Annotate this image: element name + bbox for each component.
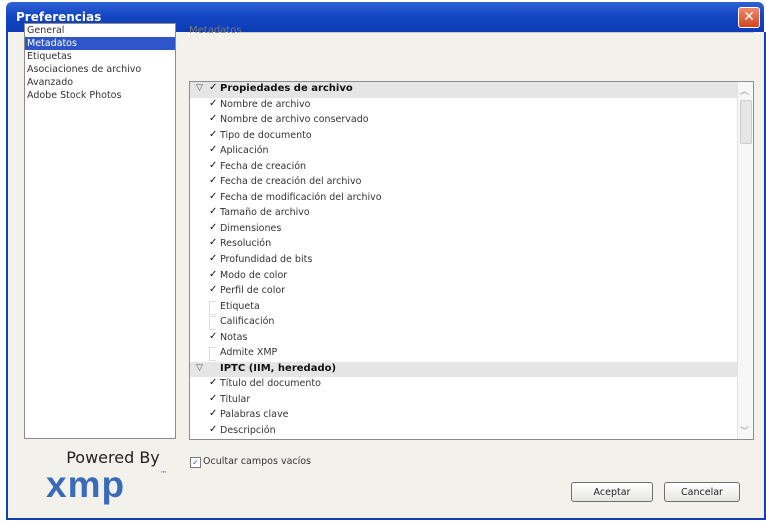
metadata-row[interactable]: ✓ Resolución <box>190 237 753 253</box>
metadata-row-label: Perfil de color <box>220 285 286 297</box>
checkmark-icon[interactable]: ✓ <box>209 113 217 124</box>
metadata-row-label: Calificación <box>220 316 275 328</box>
unchecked-box[interactable] <box>209 316 216 331</box>
metadata-row-label: Descripción <box>220 425 276 437</box>
category-list[interactable]: General Metadatos Etiquetas Asociaciones de… <box>24 23 176 439</box>
metadata-row[interactable]: ✓ Profundidad de bits <box>190 253 753 269</box>
sidebar-item-5[interactable]: Adobe Stock Photos <box>25 89 175 102</box>
xmp-trademark: ™ <box>160 470 167 478</box>
metadata-row-label: Titular <box>220 393 251 405</box>
scrollbar[interactable]: ︿ ﹀ <box>737 82 753 439</box>
metadata-row[interactable]: Admite XMP <box>190 346 753 362</box>
checkmark-icon[interactable]: ✓ <box>209 160 217 171</box>
metadata-row[interactable]: ✓ Fecha de creación <box>190 160 753 176</box>
metadata-row[interactable]: ✓ Tipo de documento <box>190 129 753 145</box>
metadata-row[interactable]: ✓ Tamaño de archivo <box>190 206 753 222</box>
metadata-row-label: Fecha de creación <box>220 160 307 172</box>
disclosure-triangle-icon[interactable]: ▽ <box>196 83 203 93</box>
scrollbar-thumb[interactable] <box>740 100 752 144</box>
metadata-row-label: Dimensiones <box>220 222 282 234</box>
checkmark-icon[interactable]: ✓ <box>209 222 217 233</box>
metadata-row-label: Resolución <box>220 238 272 250</box>
metadata-row-label: Notas <box>220 331 248 343</box>
metadata-row[interactable]: Calificación <box>190 315 753 331</box>
metadata-row-label: Propiedades de archivo <box>220 83 353 94</box>
metadata-row-label: Tamaño de archivo <box>220 207 310 219</box>
checkmark-icon[interactable]: ✓ <box>209 284 217 295</box>
metadata-row-label: Modo de color <box>220 269 288 281</box>
metadata-row-label: Admite XMP <box>220 347 278 359</box>
metadata-row-label: Fecha de modificación del archivo <box>220 191 382 203</box>
metadata-row-label: Nombre de archivo conservado <box>220 114 369 126</box>
accept-button[interactable]: Aceptar <box>571 482 653 502</box>
checkmark-icon[interactable]: ✓ <box>209 175 217 186</box>
section-divider <box>238 32 754 33</box>
checkmark-icon[interactable]: ✓ <box>209 331 217 342</box>
metadata-row[interactable]: ✓ Dimensiones <box>190 222 753 238</box>
sidebar-item-2[interactable]: Etiquetas <box>25 50 175 63</box>
hide-empty-fields-label: Ocultar campos vacíos <box>203 456 312 467</box>
hide-empty-fields-checkbox[interactable]: ✓ Ocultar campos vacíos <box>190 456 311 468</box>
checkmark-icon[interactable]: ✓ <box>209 424 217 435</box>
unchecked-box[interactable] <box>209 300 216 315</box>
checkmark-icon[interactable]: ✓ <box>209 82 217 93</box>
metadata-row[interactable]: ✓ Fecha de creación del archivo <box>190 175 753 191</box>
metadata-row-label: Etiqueta <box>220 300 260 312</box>
checkmark-icon[interactable]: ✓ <box>209 98 217 109</box>
checkmark-icon[interactable]: ✓ <box>209 377 217 388</box>
metadata-row-label: Palabras clave <box>220 409 289 421</box>
checkmark-icon[interactable]: ✓ <box>209 237 217 248</box>
checkmark-icon[interactable]: ✓ <box>209 191 217 202</box>
metadata-row[interactable]: ✓ Fecha de modificación del archivo <box>190 191 753 207</box>
checkmark-icon[interactable]: ✓ <box>209 206 217 217</box>
section-title: Metadatos <box>189 25 242 36</box>
sidebar-item-3[interactable]: Asociaciones de archivo <box>25 63 175 76</box>
metadata-row[interactable]: ✓ Titular <box>190 393 753 409</box>
window-title: Preferencias <box>16 10 102 24</box>
scroll-up-icon[interactable]: ︿ <box>740 84 749 97</box>
checkmark-icon[interactable]: ✓ <box>209 408 217 419</box>
disclosure-triangle-icon[interactable]: ▽ <box>196 363 203 373</box>
metadata-row[interactable]: Etiqueta <box>190 300 753 316</box>
sidebar-item-0[interactable]: General <box>25 24 175 37</box>
unchecked-box[interactable] <box>209 347 216 362</box>
checkmark-icon[interactable]: ✓ <box>209 393 217 404</box>
sidebar-item-4[interactable]: Avanzado <box>25 76 175 89</box>
checkbox-icon[interactable]: ✓ <box>190 457 201 468</box>
metadata-row[interactable]: ✓ Notas <box>190 331 753 347</box>
metadata-row-label: Nombre de archivo <box>220 98 311 110</box>
checkmark-icon[interactable]: ✓ <box>209 253 217 264</box>
metadata-row-label: Título del documento <box>220 378 321 390</box>
metadata-row[interactable]: ✓ Título del documento <box>190 377 753 393</box>
metadata-row-label: Aplicación <box>220 145 269 157</box>
metadata-row[interactable]: ✓ Palabras clave <box>190 408 753 424</box>
metadata-row[interactable]: ✓ Nombre de archivo <box>190 98 753 114</box>
metadata-row[interactable]: ✓ Modo de color <box>190 269 753 285</box>
checkmark-icon[interactable]: ✓ <box>209 129 217 140</box>
close-button[interactable]: ✕ <box>738 7 760 28</box>
metadata-row-label: Profundidad de bits <box>220 254 313 266</box>
metadata-row[interactable]: ✓ Nombre de archivo conservado <box>190 113 753 129</box>
metadata-row-label: IPTC (IIM, heredado) <box>220 362 337 374</box>
checkmark-icon[interactable]: ✓ <box>209 144 217 155</box>
metadata-row[interactable]: ✓ Perfil de color <box>190 284 753 300</box>
cancel-button[interactable]: Cancelar <box>664 482 740 502</box>
close-icon: ✕ <box>743 9 755 25</box>
sidebar-item-1[interactable]: Metadatos <box>25 37 175 50</box>
metadata-row[interactable]: ✓ Aplicación <box>190 144 753 160</box>
metadata-row-label: Tipo de documento <box>220 129 312 141</box>
metadata-row-label: Fecha de creación del archivo <box>220 176 362 188</box>
metadata-group-header[interactable]: ▽ ✓ Propiedades de archivo <box>190 82 753 98</box>
metadata-row[interactable]: ✓ Descripción <box>190 424 753 439</box>
scroll-down-icon[interactable]: ﹀ <box>740 424 749 437</box>
metadata-field-list[interactable]: ▽ ✓ Propiedades de archivo ✓ Nombre de archi… <box>189 81 754 440</box>
metadata-group-header[interactable]: ▽ IPTC (IIM, heredado) <box>190 361 753 378</box>
checkmark-icon[interactable]: ✓ <box>209 269 217 280</box>
xmp-logo: xmp <box>46 464 126 505</box>
